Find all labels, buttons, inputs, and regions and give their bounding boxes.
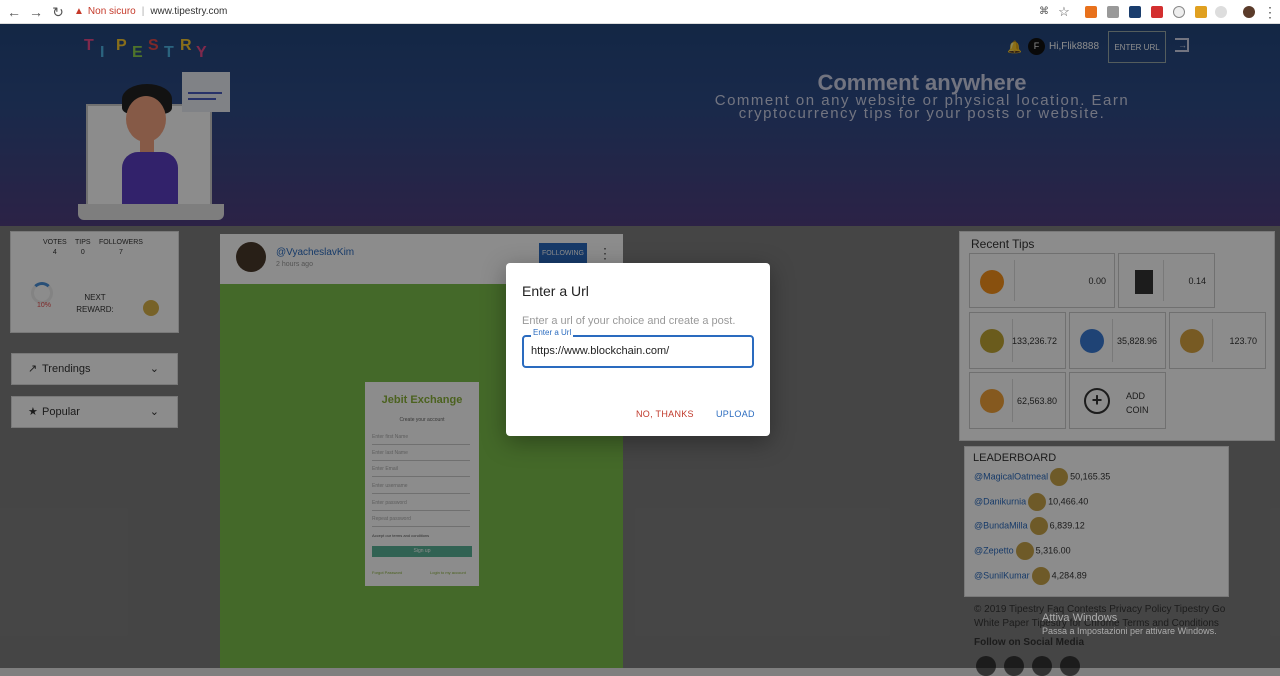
browser-toolbar: ← → ↻ ▲ Non sicuro | www.tipestry.com ⌘ ☆ ⋮ <box>0 0 1280 24</box>
star-icon[interactable]: ☆ <box>1056 4 1072 20</box>
back-icon[interactable]: ← <box>6 4 22 20</box>
url-input-value: https://www.blockchain.com/ <box>531 345 670 357</box>
extension-icon[interactable] <box>1085 6 1097 18</box>
watermark-line: Attiva Windows <box>1042 612 1118 624</box>
profile-avatar[interactable] <box>1243 6 1255 18</box>
forward-icon[interactable]: → <box>28 4 44 20</box>
extension-icon[interactable] <box>1173 6 1185 18</box>
dialog-title: Enter a Url <box>522 283 589 299</box>
extension-icon[interactable] <box>1151 6 1163 18</box>
extension-icon[interactable] <box>1215 6 1227 18</box>
dialog-text: Enter a url of your choice and create a … <box>522 315 736 327</box>
extension-icon[interactable] <box>1107 6 1119 18</box>
watermark-line: Passa a Impostazioni per attivare Window… <box>1042 626 1217 636</box>
translate-icon[interactable]: ⌘ <box>1036 4 1052 20</box>
address-bar[interactable]: ▲ Non sicuro | www.tipestry.com <box>74 3 1034 21</box>
enter-url-dialog: Enter a Url Enter a url of your choice a… <box>506 263 770 436</box>
reload-icon[interactable]: ↻ <box>50 4 66 20</box>
extension-icon[interactable] <box>1129 6 1141 18</box>
menu-icon[interactable]: ⋮ <box>1262 4 1278 20</box>
extension-icon[interactable] <box>1195 6 1207 18</box>
security-label: Non sicuro <box>87 6 136 17</box>
upload-button[interactable]: UPLOAD <box>716 409 755 419</box>
no-thanks-button[interactable]: NO, THANKS <box>636 409 694 419</box>
windows-watermark: Attiva Windows Passa a Impostazioni per … <box>1042 612 1217 636</box>
url-input[interactable]: Enter a Url https://www.blockchain.com/ <box>522 328 754 368</box>
url-input-label: Enter a Url <box>531 328 574 337</box>
url-text: www.tipestry.com <box>150 6 228 17</box>
warning-icon: ▲ <box>74 6 84 17</box>
